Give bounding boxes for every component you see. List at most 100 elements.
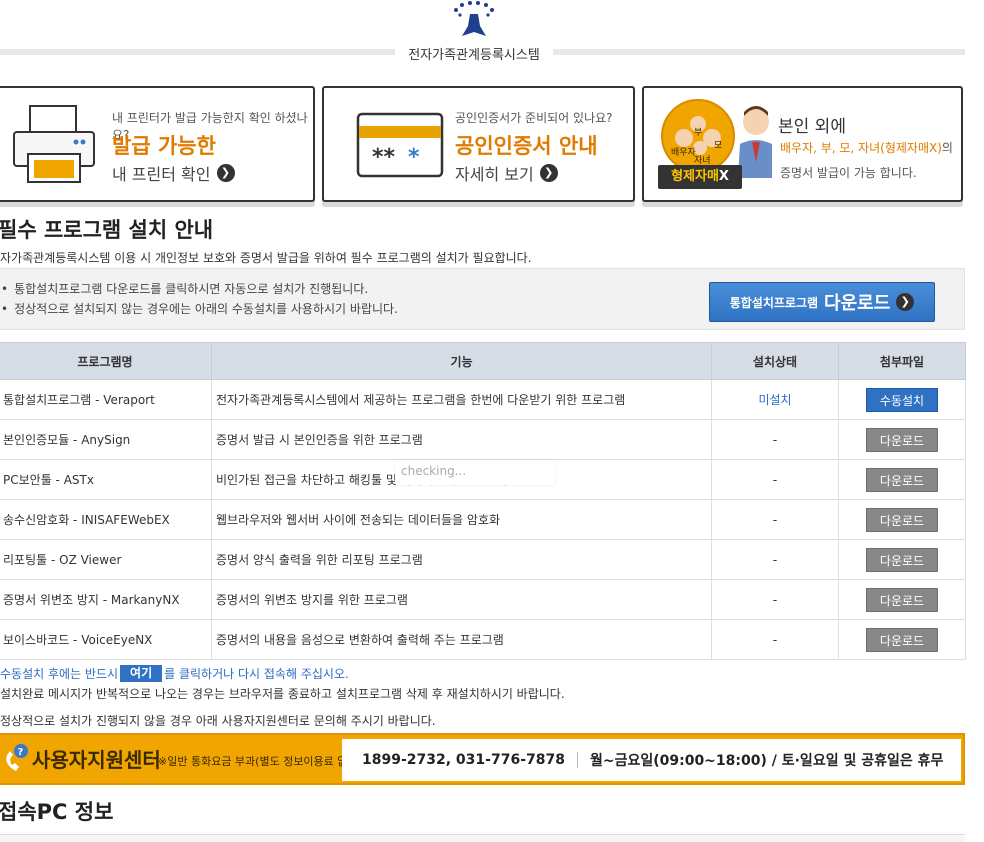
install-status-cell: 미설치 [711, 379, 839, 420]
install-status: 미설치 [758, 393, 792, 407]
program-function: 웹브라우저와 웹서버 사이에 전송되는 데이터들을 암호화 [211, 499, 712, 540]
badge-mark: X [718, 169, 729, 184]
section-description: 자가족관계등록시스템 이용 시 개인정보 보호와 증명서 발급을 위하여 필수 … [0, 251, 532, 265]
header-rule-right [553, 49, 965, 55]
support-center-bar: ? 사용자지원센터 ※일반 통화요금 부과(별도 정보이용료 없음) 1899-… [0, 733, 965, 785]
install-status: - [711, 459, 839, 500]
phone-help-icon: ? [6, 744, 28, 771]
note-manual-install: 수동설치 후에는 반드시 여기 를 클릭하거나 다시 접속해 주십시오. [0, 665, 349, 682]
banner-family-info: 부 모 배우자 자녀 형제자매X 본인 외에 배우자, 부, 모, 자녀(형제자… [642, 86, 963, 202]
integrated-download-button[interactable]: 통합설치프로그램 다운로드 ❯ [709, 282, 935, 322]
program-table: 프로그램명 기능 설치상태 첨부파일 통합설치프로그램 - Veraport 전… [0, 342, 966, 660]
attachment-cell: 다운로드 [838, 619, 966, 660]
attachment-cell: 다운로드 [838, 419, 966, 460]
install-status: - [711, 539, 839, 580]
integrated-download-big-label: 다운로드 [824, 293, 891, 314]
checking-tooltip: checking... [395, 460, 555, 485]
attachment-cell: 다운로드 [838, 499, 966, 540]
attachment-cell: 수동설치 [838, 379, 966, 420]
support-center-label: 사용자지원센터 [32, 748, 161, 772]
circle-label-spouse: 배우자 [671, 148, 696, 158]
attachment-cell: 다운로드 [838, 579, 966, 620]
table-header-row: 프로그램명 기능 설치상태 첨부파일 [0, 342, 966, 380]
certificate-card-icon: ** * [356, 112, 444, 178]
banner-cert-headline: 공인인증서 안내 [455, 134, 598, 158]
circle-label-mother: 모 [714, 141, 723, 151]
here-link-button[interactable]: 여기 [120, 665, 163, 682]
download-button[interactable]: 다운로드 [866, 427, 938, 452]
program-name: 보이스바코드 - VoiceEyeNX [0, 619, 212, 660]
divider [576, 752, 578, 768]
install-status: - [711, 419, 839, 460]
support-center-info: 1899-2732, 031-776-7878 월~금요일(09:00~18:0… [342, 739, 961, 781]
cert-guide-link[interactable]: 자세히 보기 ❯ [455, 161, 558, 185]
svg-text:*: * [408, 145, 420, 170]
support-phone: 1899-2732, 031-776-7878 [362, 752, 565, 768]
banner-certificate-guide[interactable]: ** * 공인인증서가 준비되어 있나요? 공인인증서 안내 자세히 보기 ❯ [322, 86, 635, 202]
header-rule-left [0, 49, 395, 55]
install-notice-box: 통합설치프로그램 다운로드를 클릭하시면 자동으로 설치가 진행됩니다. 정상적… [0, 268, 965, 330]
program-function: 전자가족관계등록시스템에서 제공하는 프로그램을 한번에 다운받기 위한 프로그… [211, 379, 712, 420]
program-name: 본인인증모듈 - AnySign [0, 419, 212, 460]
download-button[interactable]: 다운로드 [866, 547, 938, 572]
program-function: 증명서 발급 시 본인인증을 위한 프로그램 [211, 419, 712, 460]
note1-prefix: 수동설치 후에는 반드시 [0, 667, 119, 681]
program-name: PC보안툴 - ASTx [0, 459, 212, 500]
table-row: 증명서 위변조 방지 - MarkanyNX 증명서의 위변조 방지를 위한 프… [0, 579, 966, 620]
download-button[interactable]: 다운로드 [866, 467, 938, 492]
table-row: 보이스바코드 - VoiceEyeNX 증명서의 내용을 음성으로 변환하여 출… [0, 619, 966, 660]
pc-info-title: 접속PC 정보 [0, 800, 114, 824]
column-header-status: 설치상태 [711, 342, 839, 380]
badge-label: 형제자매 [671, 169, 719, 184]
banner-printer-check[interactable]: 내 프린터가 발급 가능한지 확인 하셨나요? 발급 가능한 내 프린터 확인 … [0, 86, 315, 202]
arrow-right-icon: ❯ [216, 164, 235, 182]
program-name: 증명서 위변조 방지 - MarkanyNX [0, 579, 212, 620]
download-button[interactable]: 다운로드 [866, 587, 938, 612]
install-status: - [711, 579, 839, 620]
header: 전자가족관계등록시스템 [0, 0, 984, 70]
section-title: 필수 프로그램 설치 안내 [0, 218, 214, 242]
install-status: - [711, 499, 839, 540]
download-button[interactable]: 다운로드 [866, 627, 938, 652]
printer-check-link[interactable]: 내 프린터 확인 ❯ [112, 161, 235, 185]
family-relations-highlight: 배우자, 부, 모, 자녀(형제자매X) [780, 141, 942, 155]
install-status: - [711, 619, 839, 660]
logo-emblem-icon [454, 1, 494, 36]
program-name: 송수신암호화 - INISAFEWebEX [0, 499, 212, 540]
pc-info-table-top [0, 834, 965, 842]
notice-item: 통합설치프로그램 다운로드를 클릭하시면 자동으로 설치가 진행됩니다. [1, 279, 398, 299]
integrated-download-small-label: 통합설치프로그램 [729, 295, 819, 310]
support-hours: 월~금요일(09:00~18:00) / 토·일요일 및 공휴일은 휴무 [589, 753, 944, 769]
table-row: 리포팅툴 - OZ Viewer 증명서 양식 출력을 위한 리포팅 프로그램 … [0, 539, 966, 580]
attachment-cell: 다운로드 [838, 459, 966, 500]
download-button[interactable]: 다운로드 [866, 507, 938, 532]
banner-cert-question: 공인인증서가 준비되어 있나요? [455, 111, 613, 125]
column-header-program: 프로그램명 [0, 342, 212, 380]
program-function: 증명서 양식 출력을 위한 리포팅 프로그램 [211, 539, 712, 580]
table-row: 통합설치프로그램 - Veraport 전자가족관계등록시스템에서 제공하는 프… [0, 379, 966, 420]
family-relations-suffix: 의 [941, 141, 953, 155]
svg-text:**: ** [372, 145, 396, 170]
manual-install-button[interactable]: 수동설치 [866, 387, 938, 412]
note-reinstall: 설치완료 메시지가 반복적으로 나오는 경우는 브라우저를 종료하고 설치프로그… [0, 687, 565, 701]
column-header-function: 기능 [211, 342, 712, 380]
site-title: 전자가족관계등록시스템 [408, 48, 540, 63]
banner-family-relations: 배우자, 부, 모, 자녀(형제자매X)의 [780, 139, 953, 156]
circle-label-father: 부 [694, 128, 703, 138]
notice-item: 정상적으로 설치되지 않는 경우에는 아래의 수동설치를 사용하시기 바랍니다. [1, 299, 398, 319]
arrow-right-icon: ❯ [896, 293, 915, 311]
table-row: 송수신암호화 - INISAFEWebEX 웹브라우저와 웹서버 사이에 전송되… [0, 499, 966, 540]
banner-family-desc: 증명서 발급이 가능 합니다. [780, 166, 917, 180]
column-header-attachment: 첨부파일 [838, 342, 966, 380]
banner-printer-headline: 발급 가능한 [112, 134, 216, 158]
printer-check-link-label: 내 프린터 확인 [112, 165, 211, 184]
program-function: 증명서의 위변조 방지를 위한 프로그램 [211, 579, 712, 620]
table-row: 본인인증모듈 - AnySign 증명서 발급 시 본인인증을 위한 프로그램 … [0, 419, 966, 460]
cert-guide-link-label: 자세히 보기 [455, 165, 534, 184]
badge-siblings-excluded: 형제자매X [658, 165, 742, 189]
note1-suffix: 를 클릭하거나 다시 접속해 주십시오. [164, 667, 349, 681]
note-contact: 정상적으로 설치가 진행되지 않을 경우 아래 사용자지원센터로 문의해 주시기… [0, 714, 436, 728]
program-name: 통합설치프로그램 - Veraport [0, 379, 212, 420]
arrow-right-icon: ❯ [539, 164, 558, 182]
svg-text:?: ? [18, 747, 24, 758]
